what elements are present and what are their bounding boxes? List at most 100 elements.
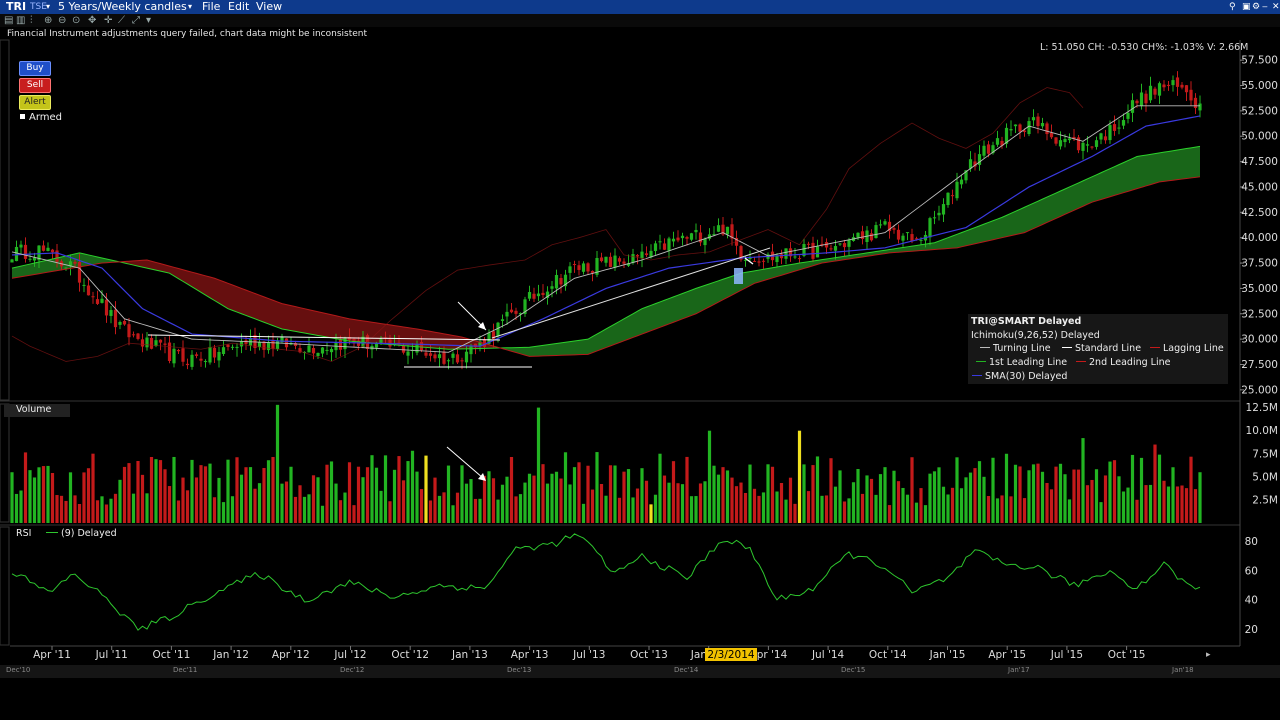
- candle-body: [986, 144, 991, 154]
- volume-bar: [622, 471, 626, 523]
- volume-bar: [739, 482, 743, 523]
- x-tick-label: Jul '15: [1050, 649, 1083, 661]
- volume-bar: [325, 464, 329, 523]
- volume-bar: [946, 494, 950, 523]
- volume-pane-label[interactable]: Volume: [4, 404, 70, 417]
- candle-body: [82, 284, 86, 286]
- scroll-right-icon[interactable]: ▸: [1206, 650, 1211, 660]
- cloud-segment: [255, 293, 260, 321]
- left-scrollbar[interactable]: [0, 403, 10, 523]
- volume-bar: [86, 468, 91, 523]
- candle-body: [554, 274, 559, 289]
- volume-bar: [1189, 456, 1193, 523]
- crosshair-date-label: 2/3/2014: [707, 649, 754, 661]
- price-tick-label: 32.500: [1241, 308, 1278, 320]
- volume-bar: [1171, 467, 1175, 523]
- cloud-segment: [1177, 149, 1182, 180]
- candle-body: [406, 351, 410, 356]
- volume-bar: [730, 477, 734, 523]
- rsi-param-label[interactable]: (9) Delayed: [46, 528, 117, 539]
- legend-leading2-line[interactable]: 2nd Leading Line: [1076, 357, 1170, 368]
- volume-bar: [203, 466, 208, 523]
- legend-turning-line[interactable]: Turning Line: [980, 343, 1051, 354]
- legend-standard-line[interactable]: Standard Line: [1062, 343, 1141, 354]
- cloud-segment: [966, 229, 971, 246]
- left-scrollbar[interactable]: [0, 39, 10, 401]
- volume-bar: [703, 481, 707, 523]
- candle-body: [1027, 121, 1031, 135]
- volume-bar: [779, 482, 784, 523]
- candle-body: [446, 360, 451, 362]
- cloud-segment: [277, 301, 282, 329]
- candle-body: [577, 265, 581, 270]
- candle-body: [509, 309, 514, 313]
- volume-bar: [604, 495, 608, 523]
- volume-bar: [388, 501, 392, 523]
- cloud-segment: [1056, 191, 1061, 219]
- cloud-segment: [673, 295, 678, 323]
- candle-body: [316, 352, 320, 357]
- volume-bar: [212, 497, 217, 523]
- volume-bar: [1121, 491, 1126, 523]
- rsi-pane-label[interactable]: RSI: [16, 528, 31, 539]
- cloud-segment: [637, 308, 642, 336]
- volume-bar: [275, 404, 280, 523]
- volume-bar: [788, 477, 793, 523]
- legend-leading1-line[interactable]: 1st Leading Line: [976, 357, 1067, 368]
- volume-bar: [226, 459, 230, 523]
- volume-bar: [1180, 485, 1184, 523]
- candle-body: [226, 344, 230, 347]
- indicator-legend[interactable]: TRI@SMART Delayed Ichimoku(9,26,52) Dela…: [968, 314, 1228, 384]
- volume-bar: [964, 477, 968, 523]
- cloud-segment: [1087, 176, 1092, 205]
- candle-body: [167, 342, 172, 361]
- drag-handle[interactable]: [734, 268, 743, 284]
- legend-ichimoku[interactable]: Ichimoku(9,26,52) Delayed: [971, 330, 1100, 341]
- legend-sma-line[interactable]: SMA(30) Delayed: [972, 371, 1067, 382]
- cloud-segment: [309, 309, 314, 335]
- volume-bar: [176, 500, 181, 523]
- candle-body: [14, 246, 19, 262]
- volume-bar: [140, 474, 145, 523]
- cloud-segment: [313, 310, 318, 336]
- cloud-segment: [39, 261, 44, 274]
- volume-bar: [257, 483, 262, 523]
- nav-label: Dec'10: [6, 666, 31, 674]
- volume-bar: [757, 495, 761, 523]
- volume-bar: [581, 503, 586, 523]
- left-scrollbar[interactable]: [0, 526, 10, 646]
- volume-bar: [545, 483, 550, 523]
- legend-lagging-line[interactable]: Lagging Line: [1150, 343, 1224, 354]
- volume-bar: [59, 495, 64, 523]
- volume-bar: [671, 461, 676, 523]
- candle-body: [775, 255, 779, 263]
- legend-standard-label: Standard Line: [1075, 343, 1142, 354]
- candle-body: [995, 138, 1000, 145]
- volume-bar: [172, 456, 176, 523]
- candle-body: [145, 337, 149, 348]
- volume-bar: [901, 487, 905, 523]
- cloud-segment: [1083, 178, 1088, 207]
- x-tick-label: Jul '14: [811, 649, 845, 661]
- candle-body: [127, 324, 131, 338]
- x-tick-label: Oct '15: [1108, 649, 1146, 661]
- candle-body: [752, 260, 757, 262]
- candle-body: [500, 319, 505, 321]
- volume-bar: [383, 455, 388, 523]
- time-navigator[interactable]: Dec'10 Dec'11 Dec'12 Dec'13 Dec'14 Dec'1…: [0, 665, 1280, 678]
- candle-body: [505, 311, 509, 317]
- cloud-segment: [268, 298, 273, 326]
- cloud-segment: [201, 274, 206, 296]
- volume-bar: [518, 494, 523, 523]
- candle-body: [221, 347, 226, 354]
- x-tick-label: Apr '13: [511, 649, 549, 661]
- volume-tick-label: 10.0M: [1246, 425, 1278, 437]
- cloud-segment: [1186, 147, 1191, 179]
- candle-body: [892, 228, 896, 230]
- volume-bar: [109, 498, 113, 523]
- nav-label: Dec'13: [507, 666, 532, 674]
- cloud-segment: [768, 267, 773, 280]
- candle-body: [982, 145, 986, 156]
- volume-bar: [797, 430, 802, 523]
- volume-bar: [1076, 469, 1081, 523]
